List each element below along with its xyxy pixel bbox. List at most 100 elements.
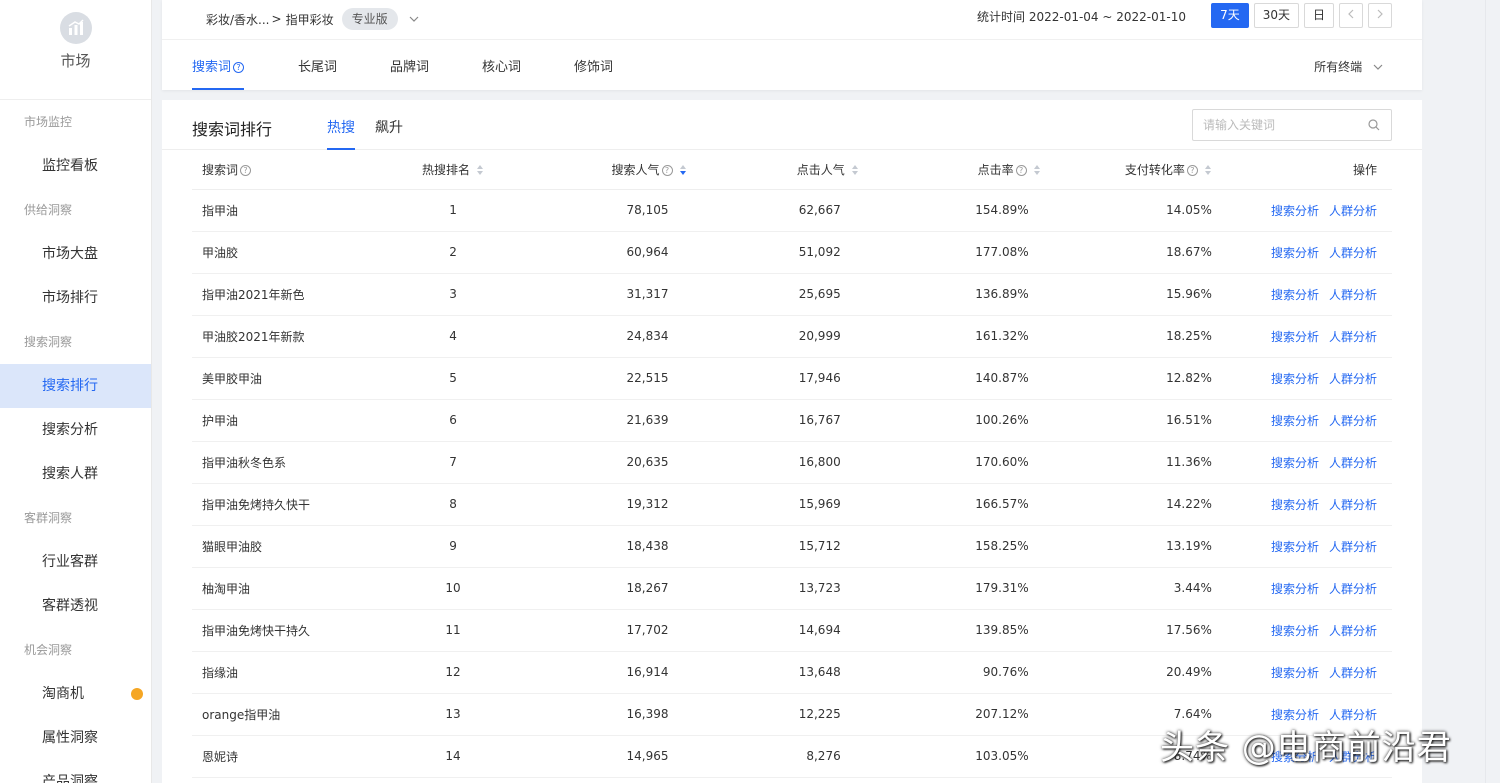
date-30d-button[interactable]: 30天 [1253, 3, 1299, 28]
tab-long-tail[interactable]: 长尾词 [298, 56, 337, 90]
sidebar-item-label: 淘商机 [42, 686, 84, 702]
click-popularity-cell: 13,648 [686, 651, 859, 694]
rank-cell: 1 [382, 189, 524, 232]
sidebar-item[interactable]: 客群透视 [0, 584, 151, 628]
rank-cell: 5 [382, 357, 524, 400]
tab-modifier[interactable]: 修饰词 [574, 56, 613, 90]
sidebar-item[interactable]: 搜索排行 [0, 364, 151, 408]
search-analysis-link[interactable]: 搜索分析 [1271, 624, 1319, 638]
crowd-analysis-link[interactable]: 人群分析 [1329, 456, 1377, 470]
tab-search-words[interactable]: 搜索词? [192, 56, 245, 90]
search-analysis-link[interactable]: 搜索分析 [1271, 204, 1319, 218]
col-search-popularity[interactable]: 搜索人气? [523, 150, 687, 190]
crowd-analysis-link[interactable]: 人群分析 [1329, 498, 1377, 512]
sort-icon [1204, 164, 1211, 175]
col-cvr[interactable]: 支付转化率? [1040, 150, 1212, 190]
help-icon[interactable]: ? [233, 62, 245, 73]
search-analysis-link[interactable]: 搜索分析 [1271, 246, 1319, 260]
market-chart-icon[interactable] [59, 12, 92, 44]
table-row: 指缘油 12 16,914 13,648 90.76% 20.49% 搜索分析 人群分析 [192, 651, 1392, 694]
tab-core[interactable]: 核心词 [482, 56, 521, 90]
keyword-cell: 指甲油免烤持久快干 [192, 483, 383, 526]
search-analysis-link[interactable]: 搜索分析 [1271, 414, 1319, 428]
col-click-popularity[interactable]: 点击人气 [686, 150, 859, 190]
rank-cell: 7 [382, 441, 524, 484]
ctr-cell: 136.89% [858, 273, 1041, 316]
actions-cell: 搜索分析 人群分析 [1211, 483, 1392, 526]
search-analysis-link[interactable]: 搜索分析 [1271, 540, 1319, 554]
cvr-cell: 11.36% [1040, 441, 1212, 484]
ctr-cell: 177.08% [858, 231, 1041, 274]
rank-cell: 4 [382, 315, 524, 358]
help-icon[interactable]: ? [240, 164, 252, 176]
search-analysis-link[interactable]: 搜索分析 [1271, 582, 1319, 596]
sidebar-item[interactable]: 属性洞察 [0, 716, 151, 760]
sidebar-group-label: 客群洞察 [24, 511, 73, 525]
sidebar-header: 市场 [0, 0, 151, 100]
rank-cell: 12 [382, 651, 524, 694]
crowd-analysis-link[interactable]: 人群分析 [1329, 582, 1377, 596]
sidebar-item[interactable]: 市场排行 [0, 276, 151, 320]
search-analysis-link[interactable]: 搜索分析 [1271, 288, 1319, 302]
edition-badge: 专业版 [341, 8, 398, 30]
sidebar-item[interactable]: 搜索分析 [0, 408, 151, 452]
date-day-button[interactable]: 日 [1303, 3, 1334, 28]
sidebar-item[interactable]: 搜索人群 [0, 452, 151, 496]
rank-cell: 3 [382, 273, 524, 316]
search-analysis-link[interactable]: 搜索分析 [1271, 330, 1319, 344]
cvr-cell: 16.51% [1040, 399, 1212, 442]
terminal-select[interactable]: 所有终端 [1314, 58, 1384, 75]
breadcrumb-path[interactable]: 彩妆/香水... [206, 11, 270, 28]
search-analysis-link[interactable]: 搜索分析 [1271, 372, 1319, 386]
rank-cell: 11 [382, 609, 524, 652]
chevron-right-icon[interactable] [1368, 3, 1392, 28]
tab-brand[interactable]: 品牌词 [390, 56, 429, 90]
search-icon[interactable] [1368, 119, 1380, 131]
keyword-cell: 猫眼甲油胶 [192, 525, 383, 568]
chevron-down-icon[interactable] [406, 11, 422, 27]
actions-cell: 搜索分析 人群分析 [1211, 609, 1392, 652]
search-analysis-link[interactable]: 搜索分析 [1271, 498, 1319, 512]
crowd-analysis-link[interactable]: 人群分析 [1329, 540, 1377, 554]
sidebar-item[interactable]: 淘商机 [0, 672, 151, 716]
crowd-analysis-link[interactable]: 人群分析 [1329, 330, 1377, 344]
ctr-cell: 100.26% [858, 399, 1041, 442]
crowd-analysis-link[interactable]: 人群分析 [1329, 288, 1377, 302]
cvr-cell: 17.56% [1040, 609, 1212, 652]
sidebar-item[interactable]: 行业客群 [0, 540, 151, 584]
col-keyword: 搜索词? [192, 150, 383, 190]
search-popularity-cell: 22,515 [523, 357, 687, 400]
sort-icon [477, 164, 484, 175]
crowd-analysis-link[interactable]: 人群分析 [1329, 246, 1377, 260]
search-analysis-link[interactable]: 搜索分析 [1271, 666, 1319, 680]
crowd-analysis-link[interactable]: 人群分析 [1329, 414, 1377, 428]
search-analysis-link[interactable]: 搜索分析 [1271, 456, 1319, 470]
rank-cell: 2 [382, 231, 524, 274]
help-icon[interactable]: ? [1186, 164, 1198, 176]
tab-rising[interactable]: 飙升 [375, 117, 403, 150]
crowd-analysis-link[interactable]: 人群分析 [1329, 624, 1377, 638]
help-icon[interactable]: ? [661, 164, 673, 176]
tab-hot-search[interactable]: 热搜 [327, 117, 355, 150]
sidebar-item[interactable]: 产品洞察 [0, 760, 151, 783]
cvr-cell: 14.22% [1040, 483, 1212, 526]
breadcrumb: 彩妆/香水... > 指甲彩妆 专业版 [206, 8, 422, 30]
table-row: 指甲油秋冬色系 7 20,635 16,800 170.60% 11.36% 搜索分析 人群分… [192, 441, 1392, 484]
crowd-analysis-link[interactable]: 人群分析 [1329, 372, 1377, 386]
rank-cell: 10 [382, 567, 524, 610]
crowd-analysis-link[interactable]: 人群分析 [1329, 666, 1377, 680]
cvr-cell: 20.49% [1040, 651, 1212, 694]
breadcrumb-current[interactable]: 指甲彩妆 [286, 11, 334, 28]
table-row: 美甲胶甲油 5 22,515 17,946 140.87% 12.82% 搜索分析 人群分析 [192, 357, 1392, 400]
chevron-left-icon[interactable] [1339, 3, 1363, 28]
col-ctr[interactable]: 点击率? [858, 150, 1041, 190]
search-popularity-cell: 16,914 [523, 651, 687, 694]
keyword-search-input[interactable] [1192, 109, 1392, 141]
crowd-analysis-link[interactable]: 人群分析 [1329, 204, 1377, 218]
col-rank[interactable]: 热搜排名 [382, 150, 524, 190]
ctr-cell: 166.57% [858, 483, 1041, 526]
sidebar-item[interactable]: 市场大盘 [0, 232, 151, 276]
date-7d-button[interactable]: 7天 [1211, 3, 1249, 28]
sidebar-item[interactable]: 监控看板 [0, 144, 151, 188]
help-icon[interactable]: ? [1015, 164, 1027, 176]
